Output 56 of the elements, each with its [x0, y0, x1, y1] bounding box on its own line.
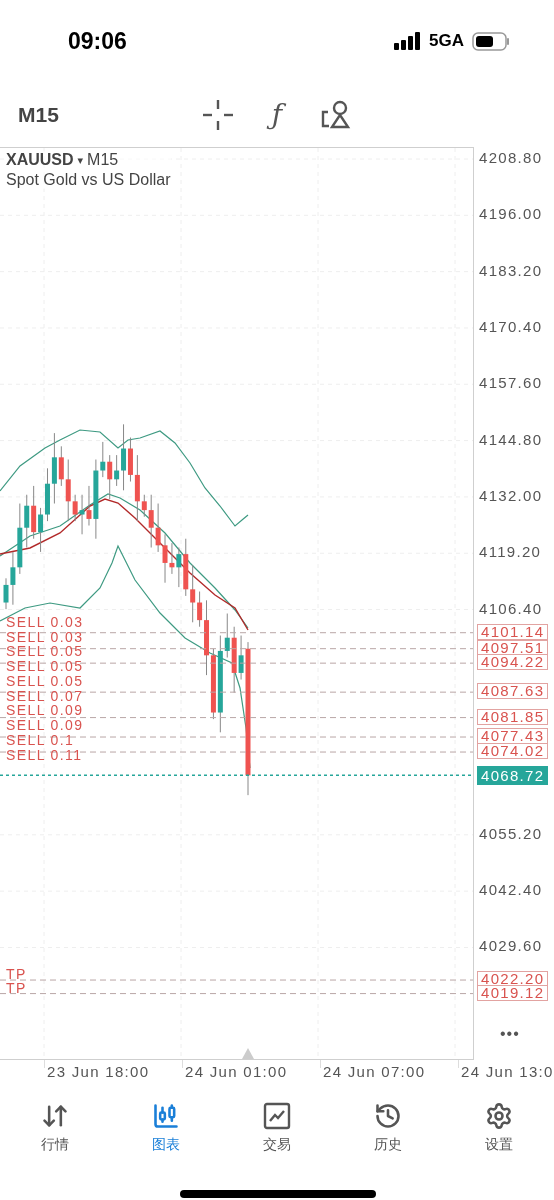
take-profit-label: TP: [6, 981, 27, 996]
nav-tab[interactable]: 行情: [0, 1102, 111, 1154]
nav-tab[interactable]: 交易: [221, 1102, 333, 1154]
price-label: 4132.00: [479, 488, 543, 503]
sell-order-label: SELL 0.1: [6, 733, 76, 748]
battery-icon: [472, 31, 510, 51]
time-label: 23 Jun 18:00: [47, 1063, 150, 1080]
order-price-tag: 4081.85: [477, 708, 549, 725]
nav-tab[interactable]: 设置: [443, 1102, 554, 1154]
sell-order-label: SELL 0.09: [6, 718, 84, 734]
order-price-tag: 4094.22: [477, 654, 549, 671]
price-label: 4055.20: [479, 826, 543, 841]
symbol-description: Spot Gold vs US Dollar: [6, 171, 171, 189]
sell-order-label: SELL 0.03: [6, 629, 84, 645]
status-time: 09:06: [68, 27, 127, 55]
sell-order-label: SELL 0.05: [6, 644, 84, 660]
current-price-tag: 4068.72: [477, 766, 549, 786]
function-button[interactable]: ƒ: [259, 96, 295, 133]
price-label: 4196.00: [479, 207, 543, 222]
nav-tab[interactable]: 图表: [110, 1102, 222, 1154]
timeframe-label: M15: [87, 151, 119, 169]
sell-order-label: SELL 0.11: [6, 747, 84, 763]
price-label: 4029.60: [479, 939, 543, 954]
sell-order-label: SELL 0.07: [6, 688, 84, 704]
order-price-tag: 4074.02: [477, 743, 549, 760]
arrows-icon: [41, 1102, 70, 1130]
signal-icon: [394, 32, 422, 50]
settings-icon: [484, 1102, 513, 1130]
price-label: 4170.40: [479, 319, 543, 334]
price-label: 4144.80: [479, 432, 543, 447]
history-icon: [373, 1102, 402, 1130]
symbol-label: XAUUSD: [6, 151, 74, 169]
timeframe-button[interactable]: M15: [0, 102, 200, 127]
line-chart-icon: [263, 1102, 291, 1130]
sell-order-label: SELL 0.09: [6, 703, 84, 719]
more-button[interactable]: •••: [500, 1025, 520, 1043]
candlestick-icon: [152, 1102, 181, 1130]
take-profit-label: TP: [6, 967, 27, 982]
time-label: 24 Jun 13:0: [461, 1063, 554, 1080]
price-label: 4157.60: [479, 376, 543, 391]
order-price-tag: 4077.43: [477, 728, 549, 744]
sell-order-label: SELL 0.05: [6, 659, 84, 674]
order-price-tag: 4087.63: [477, 683, 549, 700]
sell-order-label: SELL 0.03: [6, 614, 84, 630]
sell-order-label: SELL 0.05: [6, 673, 84, 689]
time-label: 24 Jun 01:00: [185, 1063, 288, 1080]
time-label: 24 Jun 07:00: [323, 1063, 426, 1080]
nav-tab[interactable]: 历史: [332, 1102, 444, 1154]
order-price-tag: 4101.14: [477, 623, 549, 640]
symbol-caret[interactable]: ▾: [77, 153, 84, 167]
price-label: 4106.40: [479, 601, 543, 616]
price-label: 4183.20: [479, 263, 543, 278]
price-label: 4042.40: [479, 883, 543, 898]
price-label: 4119.20: [479, 545, 542, 560]
price-label: 4208.80: [479, 151, 543, 165]
network-label: 5GA: [429, 31, 464, 51]
